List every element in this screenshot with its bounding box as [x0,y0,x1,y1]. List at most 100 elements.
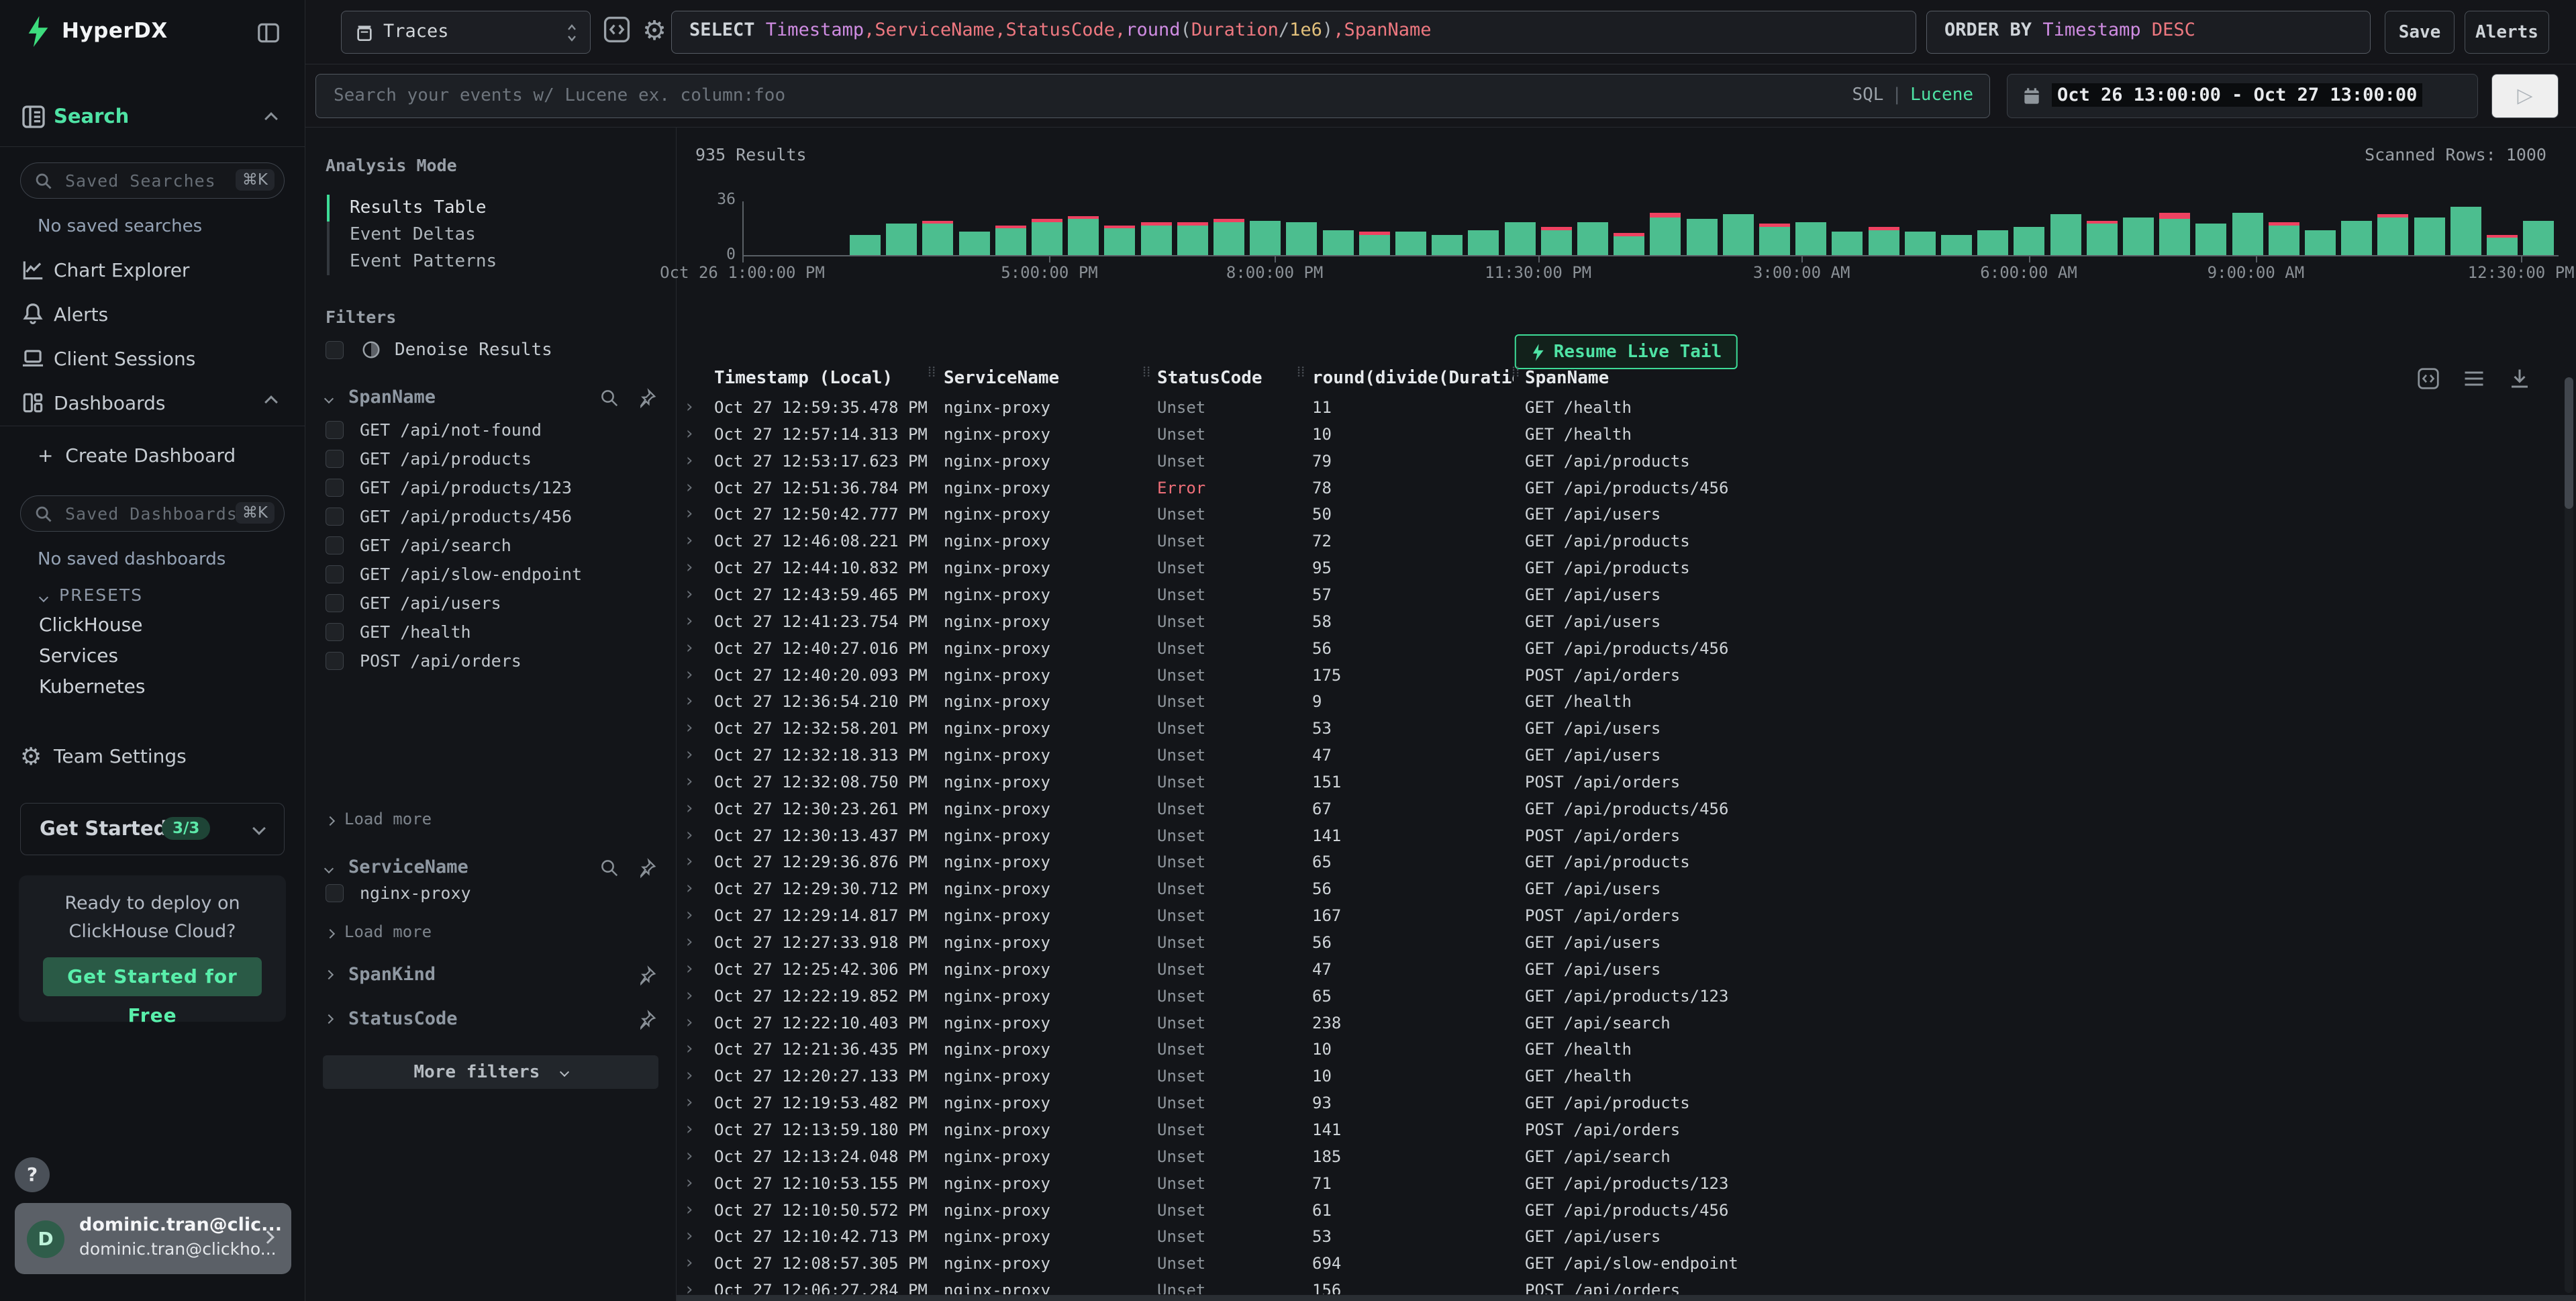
query-language-toggle[interactable]: SQL|Lucene [1852,85,1973,105]
table-row[interactable]: ›Oct 27 12:29:36.876 PMnginx-proxyUnset6… [677,849,2576,876]
row-expand-icon[interactable]: › [686,1226,693,1246]
sidebar-item-kubernetes[interactable]: Kubernetes [39,675,146,697]
sidebar-item-clickhouse[interactable]: ClickHouse [39,614,142,636]
filter-checkbox[interactable] [326,623,344,641]
filter-group-servicename[interactable]: ServiceName [326,857,658,883]
row-expand-icon[interactable]: › [686,691,693,711]
create-dashboard-button[interactable]: + Create Dashboard [38,444,236,467]
table-row[interactable]: ›Oct 27 12:10:42.713 PMnginx-proxyUnset5… [677,1224,2576,1251]
events-histogram[interactable]: 36 0 Oct 26 1:00:00 PM5:00:00 PM8:00:00 … [677,185,2576,360]
table-row[interactable]: ›Oct 27 12:40:27.016 PMnginx-proxyUnset5… [677,636,2576,663]
pin-icon[interactable] [637,965,658,987]
load-more-spanname[interactable]: Load more [327,810,432,828]
row-expand-icon[interactable]: › [686,424,693,444]
row-expand-icon[interactable]: › [686,450,693,471]
filter-checkbox[interactable] [326,450,344,468]
filter-item[interactable]: POST /api/orders [326,651,522,678]
col-header-statuscode[interactable]: StatusCode [1157,368,1262,388]
presets-toggle[interactable]: PRESETS [40,585,143,605]
sidebar-collapse-icon[interactable] [256,20,281,46]
table-row[interactable]: ›Oct 27 12:22:10.403 PMnginx-proxyUnset2… [677,1010,2576,1037]
column-resize-handle[interactable]: ⁞⁞ [928,367,932,389]
sql-mode-option[interactable]: SQL [1852,85,1883,105]
table-row[interactable]: ›Oct 27 12:30:23.261 PMnginx-proxyUnset6… [677,796,2576,823]
horizontal-scrollbar[interactable] [677,1295,2576,1301]
filter-checkbox[interactable] [326,884,344,902]
filter-group-statuscode[interactable]: StatusCode [326,1008,658,1035]
table-row[interactable]: ›Oct 27 12:41:23.754 PMnginx-proxyUnset5… [677,609,2576,636]
table-row[interactable]: ›Oct 27 12:19:53.482 PMnginx-proxyUnset9… [677,1090,2576,1117]
filter-item[interactable]: GET /api/products/456 [326,507,572,534]
source-select[interactable]: Traces [341,11,591,54]
run-query-button[interactable]: ▷ [2491,74,2559,118]
table-row[interactable]: ›Oct 27 12:25:42.306 PMnginx-proxyUnset4… [677,957,2576,983]
table-row[interactable]: ›Oct 27 12:43:59.465 PMnginx-proxyUnset5… [677,582,2576,609]
col-header-servicename[interactable]: ServiceName [944,368,1059,388]
filter-item[interactable]: GET /api/not-found [326,420,542,447]
row-expand-icon[interactable]: › [686,397,693,417]
row-expand-icon[interactable]: › [686,1173,693,1193]
lucene-mode-option[interactable]: Lucene [1910,85,1973,105]
load-more-servicename[interactable]: Load more [327,922,432,941]
mode-event-deltas[interactable]: Event Deltas [350,224,476,251]
table-row[interactable]: ›Oct 27 12:53:17.623 PMnginx-proxyUnset7… [677,448,2576,475]
scrollbar-thumb[interactable] [2565,377,2573,509]
code-icon[interactable] [602,15,634,47]
vertical-scrollbar[interactable] [2565,377,2573,1293]
table-row[interactable]: ›Oct 27 12:51:36.784 PMnginx-proxyError7… [677,475,2576,502]
table-row[interactable]: ›Oct 27 12:20:27.133 PMnginx-proxyUnset1… [677,1063,2576,1090]
filter-item[interactable]: GET /api/products [326,449,532,476]
table-row[interactable]: ›Oct 27 12:32:18.313 PMnginx-proxyUnset4… [677,742,2576,769]
row-expand-icon[interactable]: › [686,665,693,685]
sidebar-item-chart-explorer[interactable]: Chart Explorer [0,255,305,290]
table-row[interactable]: ›Oct 27 12:27:33.918 PMnginx-proxyUnset5… [677,930,2576,957]
chevron-up-icon[interactable] [266,397,276,410]
row-expand-icon[interactable]: › [686,851,693,871]
search-icon[interactable] [599,858,621,879]
mode-results-table[interactable]: Results Table [350,197,487,224]
pin-icon[interactable] [637,388,658,409]
table-row[interactable]: ›Oct 27 12:59:35.478 PMnginx-proxyUnset1… [677,395,2576,422]
table-row[interactable]: ›Oct 27 12:13:24.048 PMnginx-proxyUnset1… [677,1144,2576,1171]
row-expand-icon[interactable]: › [686,1119,693,1139]
sidebar-item-client-sessions[interactable]: Client Sessions [0,344,305,379]
row-expand-icon[interactable]: › [686,1253,693,1273]
denoise-checkbox[interactable] [326,341,344,359]
row-expand-icon[interactable]: › [686,611,693,631]
table-row[interactable]: ›Oct 27 12:57:14.313 PMnginx-proxyUnset1… [677,422,2576,448]
filter-item[interactable]: GET /api/search [326,536,511,563]
row-expand-icon[interactable]: › [686,744,693,765]
get-started-toggle[interactable]: Get Started 3/3 [20,803,285,855]
table-row[interactable]: ›Oct 27 12:10:50.572 PMnginx-proxyUnset6… [677,1198,2576,1224]
row-expand-icon[interactable]: › [686,825,693,845]
filter-checkbox[interactable] [326,594,344,612]
sidebar-item-services[interactable]: Services [39,644,118,667]
row-expand-icon[interactable]: › [686,1146,693,1166]
row-expand-icon[interactable]: › [686,1065,693,1086]
filter-checkbox[interactable] [326,479,344,497]
col-header-timestamp[interactable]: Timestamp (Local) [714,368,893,388]
user-menu[interactable]: D dominic.tran@clic... dominic.tran@clic… [15,1203,291,1274]
filter-group-spankind[interactable]: SpanKind [326,964,658,991]
row-expand-icon[interactable]: › [686,638,693,658]
col-header-duration[interactable]: round(divide(Duration [1312,368,1514,388]
table-row[interactable]: ›Oct 27 12:36:54.210 PMnginx-proxyUnset9… [677,689,2576,716]
table-row[interactable]: ›Oct 27 12:29:30.712 PMnginx-proxyUnset5… [677,876,2576,903]
table-row[interactable]: ›Oct 27 12:10:53.155 PMnginx-proxyUnset7… [677,1171,2576,1198]
col-header-spanname[interactable]: SpanName [1525,368,1609,388]
row-expand-icon[interactable]: › [686,798,693,818]
date-range-picker[interactable]: Oct 26 13:00:00 - Oct 27 13:00:00 [2007,74,2478,118]
table-row[interactable]: ›Oct 27 12:40:20.093 PMnginx-proxyUnset1… [677,663,2576,689]
row-expand-icon[interactable]: › [686,1012,693,1032]
row-expand-icon[interactable]: › [686,771,693,791]
save-button[interactable]: Save [2385,11,2455,54]
table-row[interactable]: ›Oct 27 12:13:59.180 PMnginx-proxyUnset1… [677,1117,2576,1144]
row-expand-icon[interactable]: › [686,1092,693,1112]
sidebar-item-team-settings[interactable]: ⚙ Team Settings [0,741,305,776]
row-expand-icon[interactable]: › [686,1280,693,1294]
table-row[interactable]: ›Oct 27 12:46:08.221 PMnginx-proxyUnset7… [677,528,2576,555]
table-row[interactable]: ›Oct 27 12:06:27.284 PMnginx-proxyUnset1… [677,1278,2576,1294]
filter-checkbox[interactable] [326,652,344,670]
row-expand-icon[interactable]: › [686,959,693,979]
filter-item[interactable]: GET /api/users [326,593,501,620]
